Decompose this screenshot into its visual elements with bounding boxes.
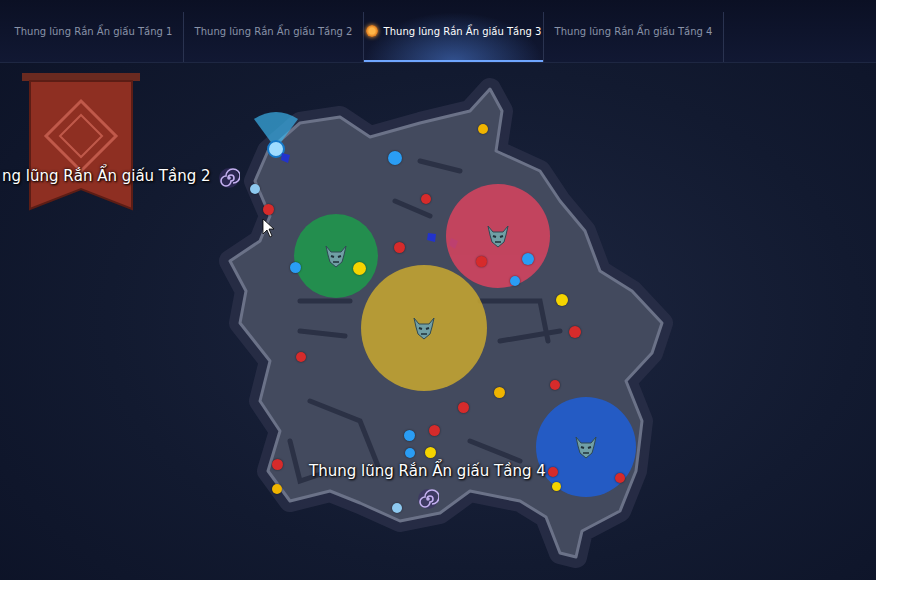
portal-label: Thung lũng Rắn Ẩn giấu Tầng 4	[309, 462, 546, 480]
map-marker[interactable]	[556, 294, 568, 306]
floor-tab[interactable]: Thung lũng Rắn Ẩn giấu Tầng 3	[364, 12, 544, 62]
map-marker[interactable]	[550, 380, 560, 390]
map-marker[interactable]	[388, 151, 402, 165]
portal-label: ng lũng Rắn Ẩn giấu Tầng 2	[2, 167, 211, 185]
demon-icon	[573, 434, 599, 460]
floor-tab[interactable]: Thung lũng Rắn Ẩn giấu Tầng 4	[544, 12, 724, 62]
map-marker[interactable]	[272, 459, 283, 470]
map-marker[interactable]	[615, 473, 625, 483]
active-dot-icon	[366, 25, 378, 37]
player-icon	[254, 112, 298, 157]
map-marker[interactable]	[510, 276, 520, 286]
map-marker[interactable]	[250, 184, 260, 194]
cursor-icon	[263, 219, 274, 237]
map-marker[interactable]	[421, 194, 431, 204]
portal-icon[interactable]	[417, 488, 439, 510]
map-marker[interactable]	[290, 262, 301, 273]
boss-zone[interactable]	[294, 214, 378, 298]
map-marker[interactable]	[522, 253, 534, 265]
map-marker[interactable]	[405, 448, 415, 458]
map-marker[interactable]	[476, 256, 487, 267]
tab-bar: Thung lũng Rắn Ẩn giấu Tầng 1Thung lũng …	[0, 0, 876, 63]
floor-tab[interactable]: Thung lũng Rắn Ẩn giấu Tầng 2	[184, 12, 364, 62]
map-canvas[interactable]: ng lũng Rắn Ẩn giấu Tầng 2 Thung lũng Rắn…	[0, 63, 876, 580]
map-marker[interactable]	[548, 467, 558, 477]
map-marker[interactable]	[404, 430, 415, 441]
map-marker[interactable]	[296, 352, 306, 362]
map-marker[interactable]	[394, 242, 405, 253]
demon-icon	[485, 223, 511, 249]
map-marker[interactable]	[569, 326, 581, 338]
map-window: Thung lũng Rắn Ẩn giấu Tầng 1Thung lũng …	[0, 0, 876, 580]
map-marker[interactable]	[353, 262, 366, 275]
boss-zone[interactable]	[446, 184, 550, 288]
demon-icon	[323, 243, 349, 269]
map-marker[interactable]	[392, 503, 402, 513]
map-marker[interactable]	[429, 425, 440, 436]
map-marker[interactable]	[425, 447, 436, 458]
portal-icon[interactable]	[218, 167, 240, 189]
floor-tab[interactable]: Thung lũng Rắn Ẩn giấu Tầng 1	[4, 12, 184, 62]
banner-icon	[22, 73, 140, 209]
map-marker[interactable]	[263, 204, 274, 215]
boss-zone[interactable]	[361, 265, 487, 391]
map-marker[interactable]	[478, 124, 488, 134]
demon-icon	[411, 315, 437, 341]
map-marker[interactable]	[552, 482, 561, 491]
map-marker[interactable]	[494, 387, 505, 398]
map-marker[interactable]	[272, 484, 282, 494]
map-marker[interactable]	[458, 402, 469, 413]
